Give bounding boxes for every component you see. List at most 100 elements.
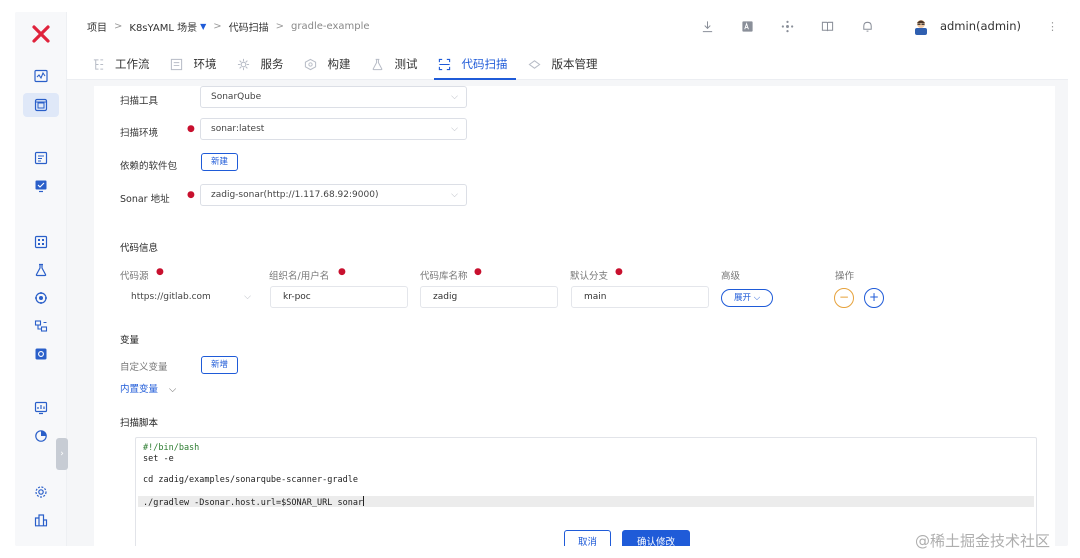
tab-build[interactable]: 构建 <box>300 48 359 80</box>
watermark: @稀土掘金技术社区 <box>915 532 1051 550</box>
required-marker: ● <box>615 267 623 277</box>
breadcrumb-module[interactable]: 代码扫描 <box>229 19 269 34</box>
scan-config-form: 扫描工具 SonarQube ⌵ 扫描环境 ● sonar:latest ⌵ 依… <box>94 86 1055 546</box>
module-tabs: 工作流 环境 服务 构建 测试 代码扫描 版本管理 <box>87 48 614 80</box>
sonar-address-label: Sonar 地址 <box>120 194 170 205</box>
sonar-address-select[interactable]: zadig-sonar(http://1.117.68.92:9000) ⌵ <box>200 184 467 206</box>
sonar-address-value: zadig-sonar(http://1.117.68.92:9000) <box>211 190 379 200</box>
column-source: 代码源 <box>120 271 149 282</box>
chevron-down-icon: ⌵ <box>753 293 761 303</box>
chevron-down-icon: ⌵ <box>451 190 458 200</box>
repo-input[interactable]: zadig <box>420 286 558 308</box>
required-marker: ● <box>187 190 195 200</box>
environment-icon <box>170 57 184 71</box>
caret-down-icon[interactable]: ▼ <box>200 22 206 31</box>
tab-code-scan[interactable]: 代码扫描 <box>433 48 516 80</box>
system-icon[interactable] <box>31 510 51 530</box>
project-icon[interactable] <box>23 93 59 117</box>
dashboard-icon[interactable] <box>31 66 51 86</box>
tab-service[interactable]: 服务 <box>233 48 292 80</box>
column-actions: 操作 <box>835 271 855 282</box>
test-center-icon[interactable] <box>31 260 51 280</box>
custom-variables-label: 自定义变量 <box>120 362 168 373</box>
tab-test[interactable]: 测试 <box>367 48 426 80</box>
tab-label: 环境 <box>193 57 217 71</box>
tab-version[interactable]: 版本管理 <box>524 48 606 80</box>
scan-env-select[interactable]: sonar:latest ⌵ <box>200 118 467 140</box>
chevron-down-icon: ⌵ <box>451 124 458 134</box>
confirm-button[interactable]: 确认修改 <box>622 530 691 546</box>
header-tools: admin(admin) ⋮ <box>688 16 1058 36</box>
chevron-down-icon: ⌵ <box>451 92 458 102</box>
resource-icon[interactable] <box>31 344 51 364</box>
tab-label: 构建 <box>327 57 351 71</box>
tab-label: 代码扫描 <box>461 57 508 71</box>
add-repo-button[interactable]: + <box>864 288 884 308</box>
breadcrumb-project[interactable]: K8sYAML 场景 <box>129 19 197 34</box>
required-marker: ● <box>156 267 164 277</box>
scan-tool-select[interactable]: SonarQube ⌵ <box>200 86 467 108</box>
avatar[interactable] <box>912 17 930 35</box>
scan-script-title: 扫描脚本 <box>120 418 159 429</box>
docs-icon[interactable] <box>820 18 836 34</box>
remove-repo-button[interactable]: − <box>834 288 854 308</box>
new-dependency-button[interactable]: 新建 <box>201 153 239 171</box>
translate-icon[interactable] <box>740 18 756 34</box>
branch-input[interactable]: main <box>571 286 709 308</box>
tab-label: 服务 <box>260 57 284 71</box>
expand-label: 展开 <box>734 293 752 303</box>
tab-label: 测试 <box>394 57 418 71</box>
workflow-icon <box>91 57 105 71</box>
add-variable-button[interactable]: 新增 <box>201 356 239 374</box>
zadig-logo-icon[interactable] <box>29 22 53 46</box>
breadcrumb-projects[interactable]: 项目 <box>87 19 107 34</box>
cancel-button[interactable]: 取消 <box>564 530 612 546</box>
test-icon <box>371 57 385 71</box>
app-window: › 项目 > K8sYAML 场景 ▼ > 代码扫描 > gradle-exam… <box>15 12 1068 546</box>
scan-env-value: sonar:latest <box>211 124 265 134</box>
chevron-down-icon: ⌵ <box>169 384 177 395</box>
tab-workflow[interactable]: 工作流 <box>87 48 158 80</box>
column-branch: 默认分支 <box>570 271 609 282</box>
tab-environment[interactable]: 环境 <box>166 48 225 80</box>
download-icon[interactable] <box>700 18 716 34</box>
plugin-icon[interactable] <box>780 18 796 34</box>
bell-icon[interactable] <box>860 18 876 34</box>
release-plan-icon[interactable] <box>31 148 51 168</box>
required-marker: ● <box>187 124 195 134</box>
scan-tool-value: SonarQube <box>211 92 262 102</box>
statistics-icon[interactable] <box>31 426 51 446</box>
column-repo: 代码库名称 <box>420 271 468 282</box>
insight-icon[interactable] <box>31 398 51 418</box>
code-line: #!/bin/bash <box>143 443 200 453</box>
code-line-active: ./gradlew -Dsonar.host.url=$SONAR_URL so… <box>143 496 365 508</box>
template-library-icon[interactable] <box>31 232 51 252</box>
expand-advanced-button[interactable]: 展开 ⌵ <box>721 289 774 307</box>
scan-env-label: 扫描环境 <box>120 128 159 139</box>
code-line: cd zadig/examples/sonarqube-scanner-grad… <box>143 475 358 485</box>
version-icon <box>528 57 542 71</box>
artifact-icon[interactable] <box>31 316 51 336</box>
service-icon <box>237 57 251 71</box>
code-line-text: ./gradlew -Dsonar.host.url=$SONAR_URL so… <box>143 498 364 508</box>
column-org: 组织名/用户名 <box>269 271 330 282</box>
org-input[interactable]: kr-poc <box>270 286 408 308</box>
tab-label: 工作流 <box>115 57 150 71</box>
scan-tool-label: 扫描工具 <box>120 96 159 107</box>
column-advanced: 高级 <box>721 271 741 282</box>
user-name[interactable]: admin(admin) <box>940 19 1021 33</box>
builtin-variables-label: 内置变量 <box>120 384 159 395</box>
build-icon <box>304 57 318 71</box>
variables-title: 变量 <box>120 335 140 346</box>
sidebar-collapse-handle[interactable]: › <box>56 438 68 470</box>
code-source-value: https://gitlab.com <box>131 292 211 302</box>
scan-center-icon[interactable] <box>31 288 51 308</box>
delivery-icon[interactable] <box>31 176 51 196</box>
tab-label: 版本管理 <box>551 57 598 71</box>
settings-icon[interactable] <box>31 482 51 502</box>
more-vertical-icon[interactable]: ⋮ <box>1047 20 1058 33</box>
breadcrumb-current: gradle-example <box>291 21 370 32</box>
builtin-variables-toggle[interactable]: 内置变量 ⌵ <box>120 381 176 395</box>
code-source-select[interactable]: https://gitlab.com ⌵ <box>120 286 260 308</box>
text-cursor <box>363 496 365 506</box>
